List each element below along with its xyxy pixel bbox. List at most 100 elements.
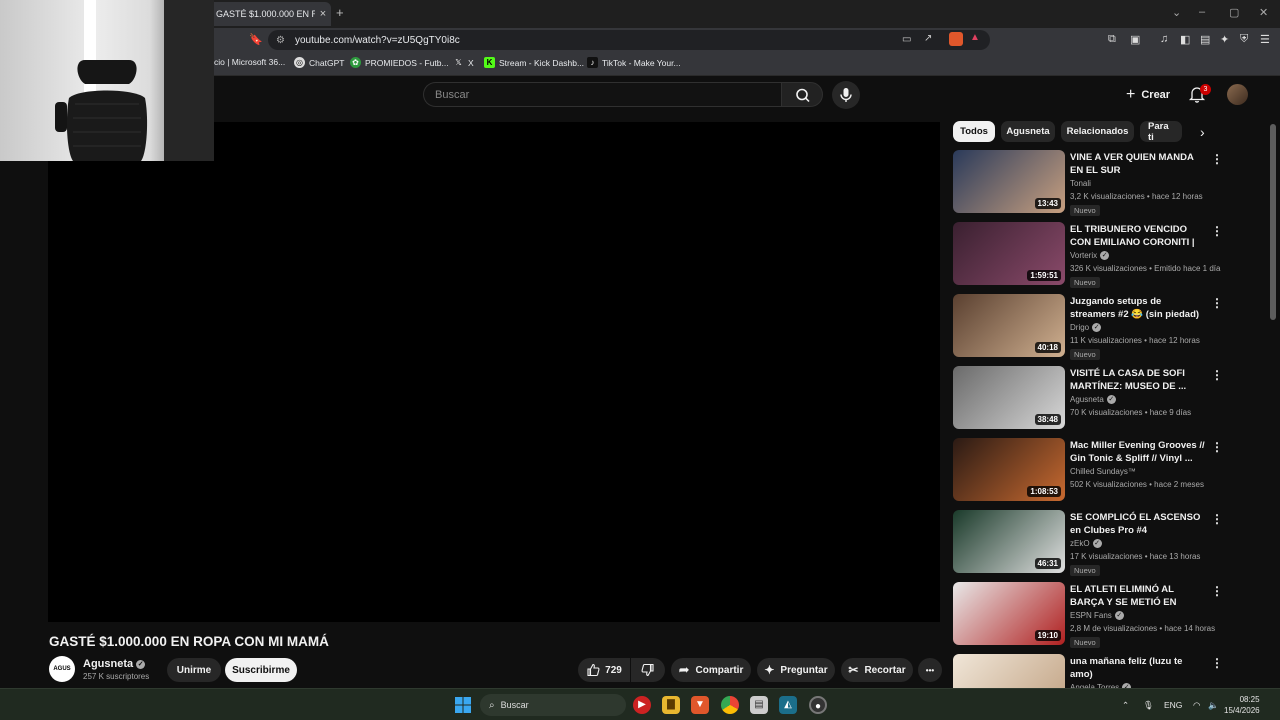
- vpn-icon[interactable]: ⛨: [1240, 33, 1248, 46]
- ask-button[interactable]: ✦ Preguntar: [757, 658, 835, 682]
- app-icon[interactable]: ▤: [750, 696, 768, 714]
- user-avatar[interactable]: [1227, 84, 1248, 105]
- brave-rewards-icon[interactable]: ▲: [970, 32, 980, 43]
- maximize-button[interactable]: ▢: [1229, 6, 1239, 19]
- chips-next-chevron-icon[interactable]: ›: [1200, 124, 1205, 140]
- recommendation-channel[interactable]: Agusneta ✓: [1070, 395, 1116, 405]
- recommendation-title[interactable]: EL ATLETI ELIMINÓ AL BARÇA Y SE METIÓ EN…: [1070, 583, 1205, 609]
- more-options-icon[interactable]: ⋮: [1211, 584, 1223, 598]
- recommendation-channel[interactable]: ESPN Fans ✓: [1070, 611, 1124, 621]
- menu-icon[interactable]: ☰: [1260, 33, 1270, 46]
- subscribe-button[interactable]: Suscribirme: [225, 658, 297, 682]
- create-button[interactable]: + Crear: [1126, 86, 1170, 104]
- recommendation-channel[interactable]: Tonali: [1070, 179, 1091, 188]
- chip-agusneta[interactable]: Agusneta: [1001, 121, 1055, 142]
- taskbar-search[interactable]: ⌕ Buscar: [480, 694, 626, 716]
- chip-todos[interactable]: Todos: [953, 121, 995, 142]
- close-tab-icon[interactable]: ×: [315, 8, 331, 20]
- video-thumbnail[interactable]: 1:59:51: [953, 222, 1065, 285]
- share-button[interactable]: ➦ Compartir: [671, 658, 751, 682]
- video-thumbnail[interactable]: 40:18: [953, 294, 1065, 357]
- recommendation-title[interactable]: una mañana feliz (luzu te amo): [1070, 655, 1205, 681]
- recommendation-title[interactable]: Mac Miller Evening Grooves // Gin Tonic …: [1070, 439, 1205, 465]
- bookmark-chatgpt[interactable]: ◎ ChatGPT: [294, 57, 344, 68]
- wallet-icon[interactable]: ▣: [1130, 33, 1140, 46]
- more-options-icon[interactable]: ⋮: [1211, 152, 1223, 166]
- app-icon[interactable]: ◭: [779, 696, 797, 714]
- recommendation-item[interactable]: 46:31 SE COMPLICÓ EL ASCENSO en Clubes Pr…: [953, 510, 1243, 576]
- site-info-icon[interactable]: ⚙: [276, 35, 285, 46]
- new-tab-button[interactable]: +: [336, 5, 344, 20]
- like-button[interactable]: 729: [578, 658, 630, 682]
- wifi-icon[interactable]: ◠: [1193, 700, 1200, 711]
- recommendation-item[interactable]: 13:43 VINE A VER QUIEN MANDA EN EL SUR Ton…: [953, 150, 1243, 216]
- more-options-icon[interactable]: ⋮: [1211, 368, 1223, 382]
- more-options-icon[interactable]: ⋮: [1211, 296, 1223, 310]
- brave-browser-icon[interactable]: ▼: [691, 696, 709, 714]
- recommendation-item[interactable]: 19:10 EL ATLETI ELIMINÓ AL BARÇA Y SE MET…: [953, 582, 1243, 648]
- recommendation-title[interactable]: VINE A VER QUIEN MANDA EN EL SUR: [1070, 151, 1205, 177]
- video-thumbnail[interactable]: 13:43: [953, 150, 1065, 213]
- microphone-tray-icon[interactable]: 🎙: [1143, 700, 1154, 711]
- recommendation-channel[interactable]: Drigo ✓: [1070, 323, 1102, 333]
- recommendation-title[interactable]: EL TRIBUNERO VENCIDO CON EMILIANO CORONI…: [1070, 223, 1205, 249]
- video-player[interactable]: [48, 122, 940, 622]
- brave-shield-icon[interactable]: [949, 32, 963, 46]
- voice-search-button[interactable]: [832, 81, 860, 109]
- windows-start-icon[interactable]: [455, 697, 471, 713]
- more-options-icon[interactable]: ⋮: [1211, 224, 1223, 238]
- address-bar[interactable]: ⚙ youtube.com/watch?v=zU5QgTY0i8c: [268, 30, 990, 50]
- recommendation-channel[interactable]: Chilled Sundays™: [1070, 467, 1136, 476]
- more-options-icon[interactable]: ⋮: [1211, 440, 1223, 454]
- recommendation-title[interactable]: SE COMPLICÓ EL ASCENSO en Clubes Pro #4: [1070, 511, 1205, 537]
- channel-avatar[interactable]: AGUS: [49, 656, 75, 682]
- extensions-icon[interactable]: ⧉: [1108, 33, 1116, 46]
- recommendation-item[interactable]: 1:59:51 EL TRIBUNERO VENCIDO CON EMILIANO…: [953, 222, 1243, 288]
- more-options-icon[interactable]: ⋮: [1211, 512, 1223, 526]
- bookmark-icon[interactable]: 🔖: [249, 33, 263, 46]
- share-icon[interactable]: ↗: [924, 33, 932, 44]
- browser-tab[interactable]: GASTÉ $1.000.000 EN ROPA C ×: [206, 2, 331, 26]
- bookmark-x[interactable]: 𝕏 X: [453, 57, 473, 68]
- music-icon[interactable]: ♫: [1160, 33, 1168, 45]
- sidebar-icon[interactable]: ◧: [1180, 33, 1190, 46]
- chip-relacionados[interactable]: Relacionados: [1061, 121, 1134, 142]
- recommendation-item[interactable]: 1:08:53 Mac Miller Evening Grooves // Gin…: [953, 438, 1243, 504]
- recommendation-channel[interactable]: Vorterix ✓: [1070, 251, 1110, 261]
- bookmark-kick[interactable]: K Stream - Kick Dashb...: [484, 57, 584, 68]
- volume-icon[interactable]: 🔈: [1208, 700, 1219, 711]
- more-options-icon[interactable]: ⋮: [1211, 656, 1223, 670]
- tab-search-icon[interactable]: ⌄: [1172, 6, 1181, 19]
- bookmark-microsoft[interactable]: cio | Microsoft 36...: [214, 57, 285, 67]
- taskbar-clock[interactable]: 08:25 15/4/2026: [1224, 694, 1260, 716]
- tray-overflow-icon[interactable]: ⌃: [1122, 700, 1129, 711]
- video-thumbnail[interactable]: 38:48: [953, 366, 1065, 429]
- channel-name-link[interactable]: Agusneta ✓: [83, 658, 146, 670]
- recommendation-item[interactable]: 40:18 Juzgando setups de streamers #2 😂 (…: [953, 294, 1243, 360]
- file-explorer-icon[interactable]: ▇: [662, 696, 680, 714]
- more-actions-button[interactable]: •••: [918, 658, 942, 682]
- clip-button[interactable]: ✂ Recortar: [841, 658, 913, 682]
- video-thumbnail[interactable]: 1:08:53: [953, 438, 1065, 501]
- wallet-panel-icon[interactable]: ▤: [1200, 33, 1210, 46]
- obs-icon[interactable]: ●: [809, 696, 827, 714]
- cast-icon[interactable]: ▭: [902, 34, 911, 45]
- ai-assistant-icon[interactable]: ✦: [1220, 33, 1229, 46]
- join-button[interactable]: Unirme: [167, 658, 221, 682]
- dislike-button[interactable]: [631, 658, 665, 682]
- recommendation-title[interactable]: Juzgando setups de streamers #2 😂 (sin p…: [1070, 295, 1205, 321]
- language-indicator[interactable]: ENG: [1164, 700, 1182, 710]
- bookmark-tiktok[interactable]: ♪ TikTok - Make Your...: [587, 57, 681, 68]
- search-button[interactable]: [781, 82, 823, 107]
- recommendation-channel[interactable]: zEkO ✓: [1070, 539, 1102, 549]
- bookmark-promiedos[interactable]: ✿ PROMIEDOS - Futb...: [350, 57, 449, 68]
- video-thumbnail[interactable]: 19:10: [953, 582, 1065, 645]
- close-window-button[interactable]: ✕: [1259, 6, 1268, 19]
- scrollbar-thumb[interactable]: [1270, 124, 1276, 320]
- recommendation-item[interactable]: 38:48 VISITÉ LA CASA DE SOFI MARTÍNEZ: MU…: [953, 366, 1243, 432]
- chip-para-ti[interactable]: Para ti: [1140, 121, 1182, 143]
- video-thumbnail[interactable]: 46:31: [953, 510, 1065, 573]
- recommendation-title[interactable]: VISITÉ LA CASA DE SOFI MARTÍNEZ: MUSEO D…: [1070, 367, 1205, 393]
- chrome-icon[interactable]: [721, 696, 739, 714]
- search-input[interactable]: Buscar: [423, 82, 781, 107]
